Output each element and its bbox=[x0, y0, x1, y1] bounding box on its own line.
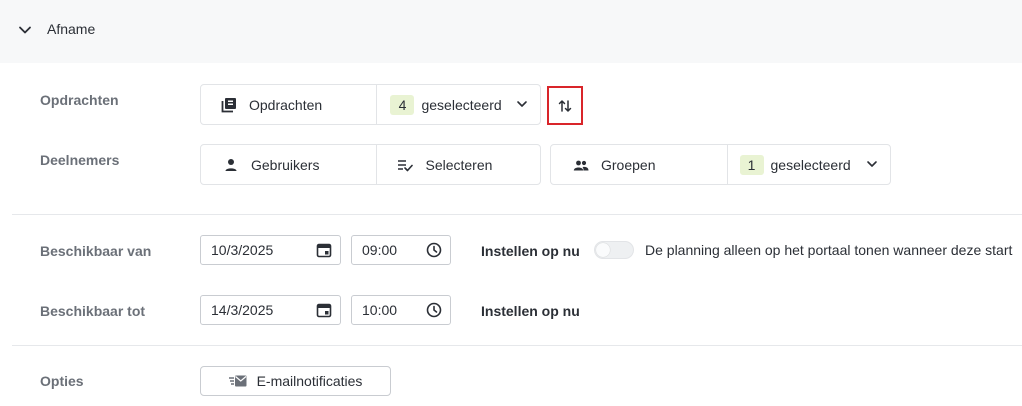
end-date-input[interactable]: 14/3/2025 bbox=[200, 295, 341, 325]
divider bbox=[12, 345, 1022, 346]
start-date-value: 10/3/2025 bbox=[211, 242, 274, 258]
select-users-label: Selecteren bbox=[425, 156, 493, 173]
checklist-icon bbox=[398, 159, 414, 171]
start-time-value: 09:00 bbox=[362, 242, 398, 258]
opdrachten-picker: Opdrachten 4 geselecteerd bbox=[200, 84, 541, 125]
calendar-icon[interactable] bbox=[316, 302, 332, 318]
users-button-label: Gebruikers bbox=[251, 156, 320, 173]
opdrachten-label: Opdrachten bbox=[40, 92, 119, 108]
start-date-input[interactable]: 10/3/2025 bbox=[200, 235, 341, 265]
section-header-afname[interactable]: Afname bbox=[0, 0, 1022, 63]
swap-vertical-icon bbox=[558, 99, 572, 112]
end-time-input[interactable]: 10:00 bbox=[351, 295, 451, 325]
person-icon bbox=[225, 158, 237, 171]
groups-selection-dropdown[interactable]: 1 geselecteerd bbox=[726, 145, 891, 184]
chevron-down-icon bbox=[517, 101, 527, 107]
clock-icon[interactable] bbox=[426, 242, 442, 258]
chevron-down-icon[interactable] bbox=[17, 22, 33, 38]
divider bbox=[12, 214, 1022, 215]
set-start-now-button[interactable]: Instellen op nu bbox=[481, 243, 580, 259]
opdrachten-button-label: Opdrachten bbox=[249, 96, 323, 113]
groups-button-label: Groepen bbox=[601, 156, 656, 173]
end-time-value: 10:00 bbox=[362, 302, 398, 318]
opdrachten-button[interactable]: Opdrachten bbox=[201, 85, 376, 124]
beschikbaar-van-label: Beschikbaar van bbox=[40, 243, 152, 259]
sort-order-button[interactable] bbox=[547, 86, 583, 125]
library-books-icon bbox=[221, 97, 236, 112]
beschikbaar-tot-label: Beschikbaar tot bbox=[40, 303, 146, 319]
toggle-knob bbox=[596, 243, 610, 257]
selected-count-badge: 1 bbox=[739, 154, 764, 175]
group-icon bbox=[573, 160, 589, 170]
groups-picker: Groepen 1 geselecteerd bbox=[550, 144, 891, 185]
users-picker: Gebruikers Selecteren bbox=[200, 144, 541, 185]
users-button[interactable]: Gebruikers bbox=[201, 145, 376, 184]
chevron-down-icon bbox=[867, 161, 877, 167]
selected-count-badge: 4 bbox=[390, 94, 415, 115]
clock-icon[interactable] bbox=[426, 302, 442, 318]
start-time-input[interactable]: 09:00 bbox=[351, 235, 451, 265]
selected-text: geselecteerd bbox=[421, 96, 502, 113]
groups-button[interactable]: Groepen bbox=[551, 145, 727, 184]
email-fast-icon bbox=[228, 375, 247, 387]
selected-text: geselecteerd bbox=[770, 156, 851, 173]
set-end-now-button[interactable]: Instellen op nu bbox=[481, 303, 580, 319]
opties-label: Opties bbox=[40, 373, 84, 389]
opdrachten-selection-dropdown[interactable]: 4 geselecteerd bbox=[376, 85, 540, 124]
calendar-icon[interactable] bbox=[316, 242, 332, 258]
portal-only-toggle-label: De planning alleen op het portaal tonen … bbox=[645, 242, 1013, 258]
section-title: Afname bbox=[47, 21, 96, 37]
select-users-button[interactable]: Selecteren bbox=[376, 145, 540, 184]
portal-only-toggle[interactable] bbox=[594, 241, 634, 259]
email-notifications-button[interactable]: E-mailnotificaties bbox=[200, 366, 391, 396]
email-notifications-label: E-mailnotificaties bbox=[256, 373, 363, 389]
deelnemers-label: Deelnemers bbox=[40, 152, 120, 168]
end-date-value: 14/3/2025 bbox=[211, 302, 274, 318]
